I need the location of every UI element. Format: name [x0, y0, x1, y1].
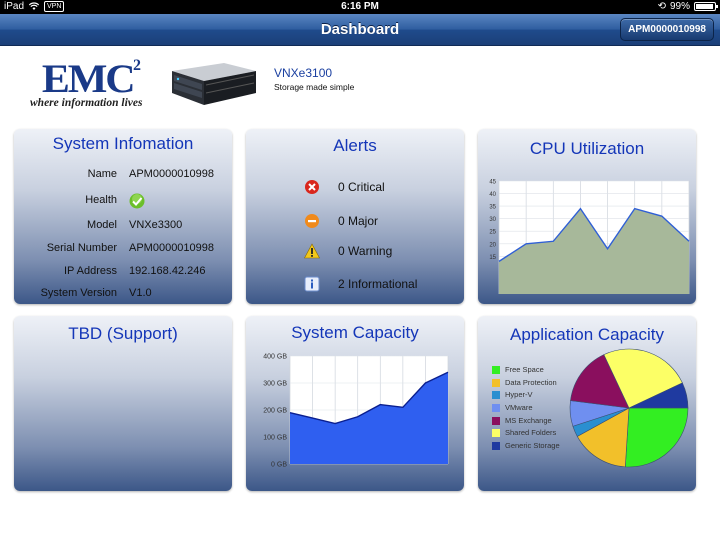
logo-superscript: 2	[133, 57, 141, 74]
alert-text: 0 Warning	[338, 244, 393, 258]
info-row-ip: IP Address 192.168.42.246	[14, 265, 232, 281]
status-bar: iPad VPN 6:16 PM ⟲ 99%	[0, 0, 720, 14]
support-panel[interactable]: TBD (Support)	[14, 316, 232, 491]
info-value: 192.168.42.246	[129, 265, 206, 277]
info-icon	[304, 276, 320, 292]
info-label: Serial Number	[46, 242, 117, 254]
info-value: VNXe3300	[129, 219, 183, 231]
panel-title: Alerts	[333, 136, 377, 155]
cpu-utilization-panel[interactable]: CPU Utilization 45 40 35 30 25 20 15	[478, 129, 696, 304]
y-tick-label: 0 GB	[271, 462, 287, 469]
alert-major[interactable]: 0 Major	[246, 213, 464, 233]
product-tagline: Storage made simple	[274, 82, 355, 92]
alert-warning[interactable]: 0 Warning	[246, 243, 464, 263]
navigation-bar: Dashboard APM0000010998	[0, 14, 720, 46]
emc-logo: EMC 2 where information lives	[30, 55, 160, 111]
info-row-version: System Version V1.0	[14, 287, 232, 303]
critical-icon	[305, 180, 319, 194]
capacity-chart: 400 GB 300 GB 200 GB 100 GB 0 GB	[263, 354, 449, 469]
logo-tagline: where information lives	[30, 97, 143, 109]
clock: 6:16 PM	[341, 1, 379, 12]
info-label: IP Address	[64, 265, 117, 277]
y-tick-label: 30	[489, 217, 496, 223]
y-tick-label: 400 GB	[263, 354, 287, 361]
alert-informational[interactable]: 2 Informational	[246, 276, 464, 296]
header: EMC 2 where information lives VNXe3100 S…	[0, 47, 720, 117]
info-label: System Version	[40, 287, 117, 299]
y-tick-label: 200 GB	[263, 408, 287, 415]
info-label: Model	[87, 219, 117, 231]
system-information-panel[interactable]: System Infomation Name APM0000010998 Hea…	[14, 129, 232, 304]
alert-text: 0 Critical	[338, 180, 385, 194]
alert-text: 2 Informational	[338, 277, 418, 291]
info-value: APM0000010998	[129, 168, 215, 180]
storage-device-image	[172, 63, 256, 105]
system-select-button[interactable]: APM0000010998	[620, 18, 714, 41]
y-tick-label: 100 GB	[263, 435, 287, 442]
application-capacity-panel[interactable]: Application Capacity Free Space Data Prot…	[478, 316, 696, 491]
info-label: Name	[87, 168, 117, 180]
panel-title: TBD (Support)	[68, 324, 178, 343]
y-tick-label: 35	[489, 205, 496, 211]
major-icon	[305, 214, 319, 228]
y-tick-label: 40	[489, 192, 496, 198]
check-icon	[129, 193, 145, 209]
y-tick-label: 15	[489, 255, 496, 261]
info-value: APM0000010998	[129, 242, 215, 254]
system-capacity-panel[interactable]: System Capacity 400 GB 300 GB 200 GB 100 GB…	[246, 316, 464, 491]
product-name: VNXe3100	[274, 66, 333, 80]
info-row-name: Name APM0000010998	[14, 168, 232, 184]
alerts-panel[interactable]: Alerts 0 Critical 0 Major 0 Warning 2 In…	[246, 129, 464, 304]
battery-icon	[694, 2, 718, 11]
y-tick-label: 45	[489, 180, 496, 186]
info-row-health: Health	[14, 193, 232, 210]
y-tick-label: 300 GB	[263, 381, 287, 388]
panel-title: System Infomation	[52, 134, 194, 153]
info-row-model: Model VNXe3300	[14, 219, 232, 235]
y-tick-label: 25	[489, 230, 496, 236]
info-value: V1.0	[129, 287, 152, 299]
info-label: Health	[85, 194, 117, 206]
logo-text: EMC	[41, 56, 136, 101]
application-pie-chart	[569, 348, 689, 468]
page-title: Dashboard	[320, 21, 400, 38]
cpu-chart: 45 40 35 30 25 20 15	[489, 180, 690, 294]
battery-percent: 99%	[669, 1, 690, 12]
alert-critical[interactable]: 0 Critical	[246, 179, 464, 199]
info-row-serial: Serial Number APM0000010998	[14, 242, 232, 258]
y-tick-label: 20	[489, 242, 496, 248]
lock-rotation-icon: ⟲	[657, 1, 666, 12]
warning-icon	[304, 243, 320, 259]
alert-text: 0 Major	[338, 214, 379, 228]
pie-slice	[624, 407, 689, 468]
